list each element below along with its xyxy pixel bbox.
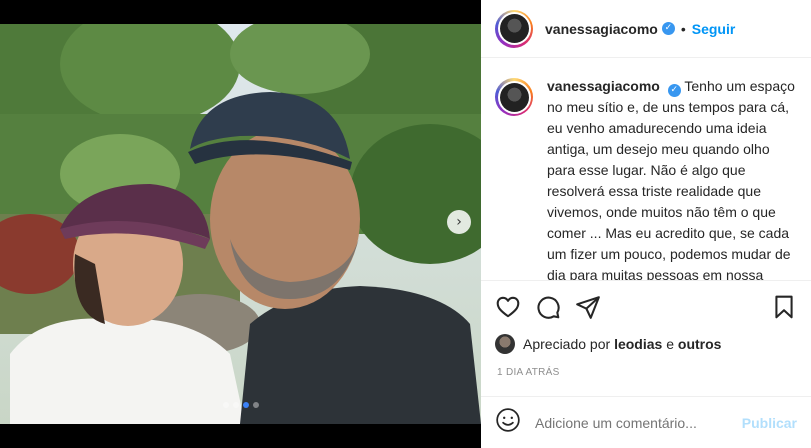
next-photo-button[interactable]: › bbox=[447, 210, 471, 234]
bookmark-icon[interactable] bbox=[771, 294, 797, 320]
likes-others-link[interactable]: outros bbox=[678, 336, 722, 352]
caption-text: vanessagiacomo ✓ Tenho um espaço no meu … bbox=[547, 76, 797, 280]
likes-summary: Apreciado por leodias e outros bbox=[495, 334, 721, 354]
carousel-dots bbox=[0, 402, 481, 408]
carousel-dot bbox=[252, 402, 259, 408]
caption-area: vanessagiacomo ✓ Tenho um espaço no meu … bbox=[481, 58, 811, 280]
likes-conjunction: e bbox=[666, 336, 674, 352]
liker-username[interactable]: leodias bbox=[614, 336, 662, 352]
caption-username[interactable]: vanessagiacomo bbox=[547, 78, 660, 94]
post-timestamp[interactable]: 1 DIA ATRÁS bbox=[497, 367, 560, 378]
verified-icon: ✓ bbox=[661, 22, 675, 35]
avatar-image bbox=[499, 14, 529, 43]
carousel-dot-active bbox=[242, 402, 249, 408]
emoji-icon bbox=[496, 408, 520, 432]
action-bar bbox=[481, 280, 811, 340]
comment-box: Publicar bbox=[481, 396, 811, 448]
avatar-image bbox=[499, 82, 529, 112]
post-media: › bbox=[0, 0, 481, 448]
follow-button[interactable]: Seguir bbox=[692, 21, 736, 37]
verified-icon: ✓ bbox=[667, 84, 681, 97]
post-side-panel: vanessagiacomo ✓ • Seguir vanessagiacomo… bbox=[481, 0, 811, 448]
comment-input[interactable] bbox=[535, 414, 742, 431]
avatar[interactable] bbox=[495, 9, 533, 48]
caption-row: vanessagiacomo ✓ Tenho um espaço no meu … bbox=[495, 76, 797, 280]
comment-icon[interactable] bbox=[535, 294, 561, 320]
liker-avatar[interactable] bbox=[495, 334, 515, 354]
caption-avatar[interactable] bbox=[495, 78, 533, 116]
heart-icon[interactable] bbox=[495, 294, 521, 320]
emoji-button[interactable] bbox=[495, 407, 521, 438]
chevron-right-icon: › bbox=[456, 214, 462, 230]
instagram-post-modal: › vanessagiacomo ✓ • Seguir vanessagiaco… bbox=[0, 0, 811, 448]
header-separator: • bbox=[680, 20, 686, 37]
likes-prefix: Apreciado por bbox=[523, 336, 611, 352]
publish-button[interactable]: Publicar bbox=[742, 415, 797, 431]
share-icon[interactable] bbox=[575, 294, 601, 320]
carousel-dot bbox=[222, 402, 229, 408]
carousel-dot bbox=[232, 402, 239, 408]
post-photo[interactable] bbox=[0, 24, 481, 424]
post-header: vanessagiacomo ✓ • Seguir bbox=[481, 0, 811, 58]
header-username[interactable]: vanessagiacomo bbox=[545, 21, 658, 37]
photo-illustration bbox=[0, 24, 481, 424]
caption-body: Tenho um espaço no meu sítio e, de uns t… bbox=[547, 78, 795, 280]
